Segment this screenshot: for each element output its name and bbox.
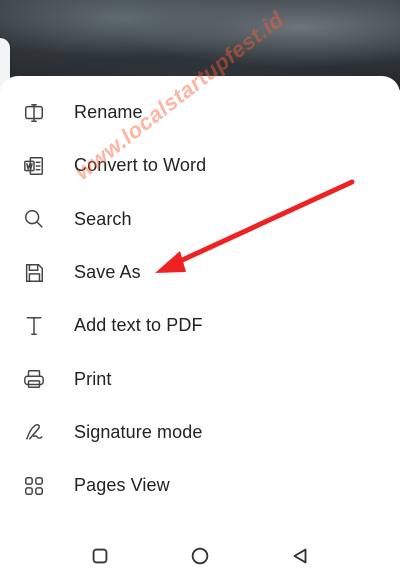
- menu-item-search[interactable]: Search: [0, 193, 400, 246]
- menu-item-label: Print: [74, 368, 112, 389]
- signature-pen-icon: [23, 421, 45, 443]
- menu-list: Rename Convert to Word Search Save As Ad…: [0, 86, 400, 512]
- menu-item-add-text-to-pdf[interactable]: Add text to PDF: [0, 299, 400, 352]
- menu-item-label: Rename: [74, 102, 143, 123]
- back-button[interactable]: [250, 545, 350, 567]
- recents-square-icon: [92, 548, 108, 563]
- menu-item-label: Convert to Word: [74, 155, 207, 176]
- menu-item-label: Search: [74, 208, 132, 229]
- rename-cursor-icon: [23, 102, 45, 124]
- menu-item-rename[interactable]: Rename: [0, 86, 400, 139]
- menu-item-label: Save As: [74, 262, 141, 283]
- home-button[interactable]: [150, 545, 250, 567]
- search-icon: [23, 208, 45, 230]
- bottom-sheet-menu: Rename Convert to Word Search Save As Ad…: [0, 76, 400, 583]
- printer-icon: [23, 368, 45, 390]
- back-triangle-icon: [293, 548, 307, 563]
- recents-button[interactable]: [50, 545, 150, 567]
- menu-item-label: Signature mode: [74, 421, 203, 442]
- menu-item-signature-mode[interactable]: Signature mode: [0, 406, 400, 459]
- save-disk-icon: [23, 262, 45, 284]
- grid-pages-icon: [23, 475, 45, 497]
- menu-item-pages-view[interactable]: Pages View: [0, 459, 400, 512]
- word-document-icon: [23, 155, 45, 177]
- menu-item-save-as[interactable]: Save As: [0, 246, 400, 299]
- menu-item-convert-to-word[interactable]: Convert to Word: [0, 139, 400, 192]
- menu-item-label: Add text to PDF: [74, 315, 203, 336]
- menu-item-label: Pages View: [74, 475, 170, 496]
- system-navigation-bar: [0, 528, 400, 583]
- menu-item-print[interactable]: Print: [0, 352, 400, 405]
- home-circle-icon: [191, 547, 209, 564]
- text-tool-icon: [23, 315, 45, 337]
